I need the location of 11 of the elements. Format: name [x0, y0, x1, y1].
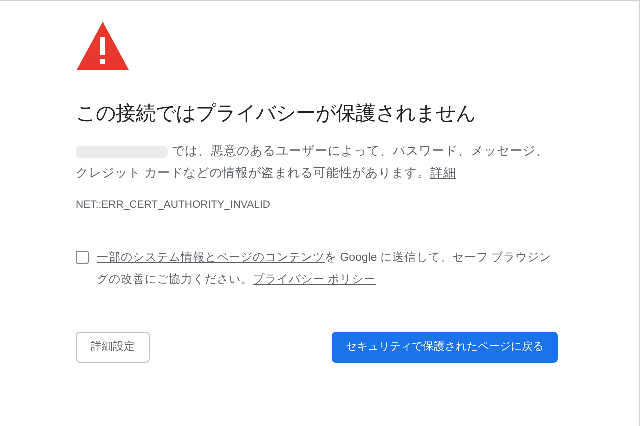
checkbox[interactable] — [76, 250, 89, 264]
back-to-safety-button[interactable]: セキュリティで保護されたページに戻る — [332, 332, 558, 363]
warning-description: では、悪意のあるユーザーによって、パスワード、メッセージ、クレジット カードなどの情報が盗まれる可能性があります。詳細 — [76, 143, 550, 182]
page-heading: この接続ではプライバシーが保護されません — [76, 102, 477, 127]
advanced-button[interactable]: 詳細設定 — [76, 332, 150, 363]
warning-icon — [76, 21, 130, 71]
checkbox-label: 一部のシステム情報とページのコンテンツ を Google に送信して、セーフ ブラウジングの改善にご協力ください。プライバシー ポリシー — [97, 250, 553, 288]
details-link[interactable]: 詳細 — [430, 166, 456, 180]
error-code: NET::ERR_CERT_AUTHORITY_INVALID — [76, 198, 272, 213]
link[interactable]: プライバシー ポリシー — [253, 274, 376, 286]
link[interactable]: 一部のシステム情報とページのコンテンツ — [97, 252, 325, 264]
